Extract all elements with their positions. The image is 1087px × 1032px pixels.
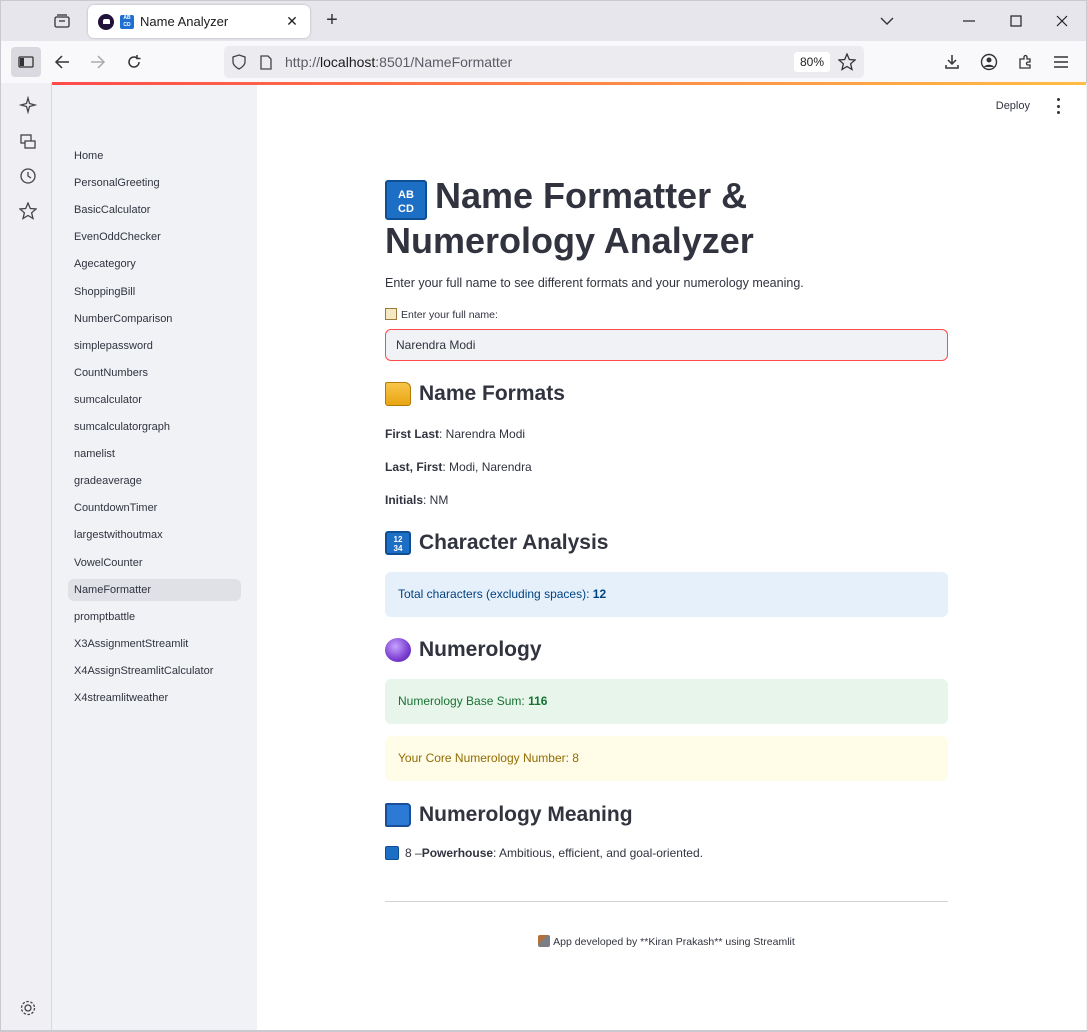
close-window-icon[interactable]	[1050, 9, 1074, 33]
sidebar-toggle-icon[interactable]	[11, 47, 41, 77]
browser-sidebar	[0, 83, 52, 1032]
new-tab-icon[interactable]: +	[321, 9, 343, 31]
minimize-icon[interactable]	[957, 9, 981, 33]
browser-navbar: http://localhost:8501/NameFormatter 80%	[0, 41, 1087, 83]
downloads-icon[interactable]	[937, 47, 967, 77]
book-icon	[385, 803, 411, 827]
zoom-level-badge[interactable]: 80%	[794, 52, 830, 72]
abcd-emoji-icon: AB CD	[120, 14, 134, 29]
sidebar-item-x3assignmentstreamlit[interactable]: X3AssignmentStreamlit	[68, 633, 241, 655]
bookmark-star-icon[interactable]	[838, 53, 856, 71]
sidebar-item-home[interactable]: Home	[68, 145, 241, 167]
sidebar-item-sumcalculator[interactable]: sumcalculator	[68, 389, 241, 411]
tab-title: Name Analyzer	[140, 14, 229, 29]
format-last-first: Last, First: Modi, Narendra	[385, 460, 532, 474]
sidebar-item-namelist[interactable]: namelist	[68, 443, 241, 465]
history-clock-icon[interactable]	[17, 165, 39, 187]
hammer-wrench-icon	[538, 935, 551, 947]
numerology-meaning-text: 8 – Powerhouse: Ambitious, efficient, an…	[385, 846, 703, 860]
character-analysis-heading: 12 34 Character Analysis	[385, 531, 608, 555]
numbers-icon	[385, 846, 399, 860]
main-content: Deploy AB CD Name Formatter & Numerology A…	[257, 85, 1086, 1030]
url-text: http://localhost:8501/NameFormatter	[285, 54, 513, 70]
name-input-label: Enter your full name:	[385, 308, 498, 321]
sidebar-item-vowelcounter[interactable]: VowelCounter	[68, 552, 241, 574]
reload-icon[interactable]	[119, 47, 149, 77]
sidebar-item-promptbattle[interactable]: promptbattle	[68, 606, 241, 628]
page-title: AB CD Name Formatter & Numerology Analyzer	[385, 175, 754, 261]
sidebar-item-agecategory[interactable]: Agecategory	[68, 253, 241, 275]
sidebar-item-x4assignstreamlitcalculator[interactable]: X4AssignStreamlitCalculator	[68, 660, 241, 682]
sidebar-item-personalgreeting[interactable]: PersonalGreeting	[68, 172, 241, 194]
forward-arrow-icon[interactable]	[83, 47, 113, 77]
sidebar-item-simplepassword[interactable]: simplepassword	[68, 335, 241, 357]
sidebar-item-evenoddchecker[interactable]: EvenOddChecker	[68, 226, 241, 248]
sidebar-item-numbercomparison[interactable]: NumberComparison	[68, 308, 241, 330]
menu-hamburger-icon[interactable]	[1046, 47, 1076, 77]
sidebar-item-sumcalculatorgraph[interactable]: sumcalculatorgraph	[68, 416, 241, 438]
close-tab-icon[interactable]: ✕	[284, 13, 300, 29]
sidebar-item-shoppingbill[interactable]: ShoppingBill	[68, 281, 241, 303]
shield-icon[interactable]	[230, 53, 248, 71]
character-count-info: Total characters (excluding spaces): 12	[385, 572, 948, 617]
url-bar[interactable]: http://localhost:8501/NameFormatter 80%	[224, 46, 864, 78]
deploy-button[interactable]: Deploy	[996, 100, 1030, 112]
crystal-ball-icon	[385, 638, 411, 662]
memo-icon	[385, 308, 397, 320]
bookmarks-star-icon[interactable]	[17, 200, 39, 222]
full-name-input[interactable]	[385, 329, 948, 361]
page-icon[interactable]	[257, 53, 275, 71]
synced-tabs-icon[interactable]	[17, 130, 39, 152]
numerology-heading: Numerology	[385, 638, 542, 662]
streamlit-favicon-icon	[98, 13, 114, 30]
abcd-title-icon: AB CD	[385, 180, 427, 220]
name-formats-heading: Name Formats	[385, 382, 565, 406]
tab-list-icon[interactable]	[51, 10, 73, 32]
format-first-last: First Last: Narendra Modi	[385, 427, 526, 441]
settings-gear-icon[interactable]	[17, 997, 39, 1019]
core-numerology-number: Your Core Numerology Number: 8	[385, 736, 948, 781]
tab-overflow-chevron-icon[interactable]	[875, 9, 899, 33]
sidebar-item-x4streamlitweather[interactable]: X4streamlitweather	[68, 687, 241, 709]
back-arrow-icon[interactable]	[47, 47, 77, 77]
divider	[385, 901, 948, 902]
sidebar-item-nameformatter[interactable]: NameFormatter	[68, 578, 241, 601]
sidebar-item-countnumbers[interactable]: CountNumbers	[68, 362, 241, 384]
browser-tab-active[interactable]: AB CD Name Analyzer ✕	[88, 5, 310, 38]
sidebar-item-countdowntimer[interactable]: CountdownTimer	[68, 497, 241, 519]
account-icon[interactable]	[974, 47, 1004, 77]
numbers-icon: 12 34	[385, 531, 411, 555]
numerology-meaning-heading: Numerology Meaning	[385, 803, 633, 827]
app-sidebar-nav: Home PersonalGreeting BasicCalculator EvenO…	[52, 85, 257, 1030]
format-initials: Initials: NM	[385, 493, 449, 507]
main-menu-kebab-icon[interactable]	[1054, 98, 1062, 114]
numerology-base-sum: Numerology Base Sum: 116	[385, 679, 948, 724]
footer-credit: App developed by **Kiran Prakash** using…	[385, 935, 948, 948]
browser-titlebar: AB CD Name Analyzer ✕ +	[0, 0, 1087, 41]
folder-icon	[385, 382, 411, 406]
sidebar-item-gradeaverage[interactable]: gradeaverage	[68, 470, 241, 492]
sidebar-item-largestwithoutmax[interactable]: largestwithoutmax	[68, 524, 241, 546]
maximize-icon[interactable]	[1004, 9, 1028, 33]
extensions-icon[interactable]	[1010, 47, 1040, 77]
intro-text: Enter your full name to see different fo…	[385, 276, 804, 290]
ai-sparkle-icon[interactable]	[17, 94, 39, 116]
sidebar-item-basiccalculator[interactable]: BasicCalculator	[68, 199, 241, 221]
